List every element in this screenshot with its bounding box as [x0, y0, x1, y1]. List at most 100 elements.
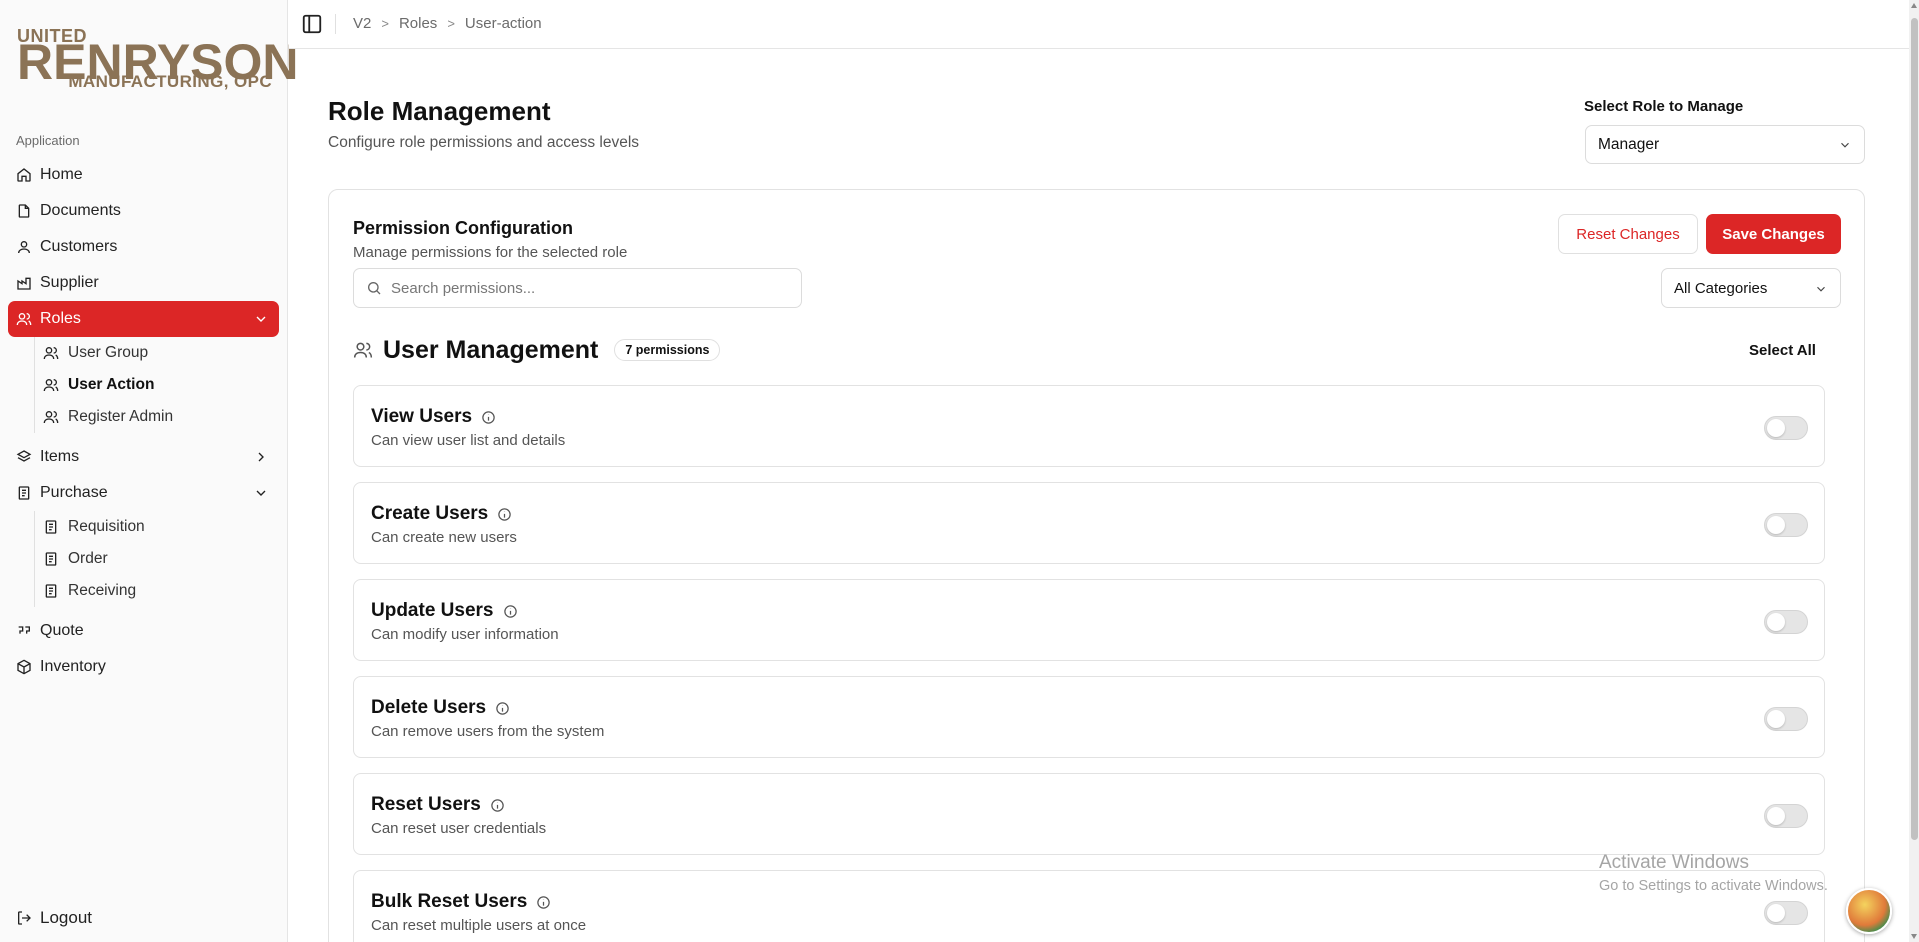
permission-name: Delete Users — [371, 697, 487, 718]
permission-row: Reset Users Can reset user credentials — [353, 773, 1825, 855]
sidebar-item-purchase[interactable]: Purchase — [8, 475, 279, 511]
receipt-icon — [43, 551, 59, 567]
permission-toggle[interactable] — [1764, 804, 1808, 828]
logout-button[interactable]: Logout — [16, 908, 92, 928]
permission-name-wrap: View Users — [371, 406, 496, 428]
vertical-scrollbar[interactable] — [1909, 0, 1919, 942]
sidebar-subitem-label: Requisition — [68, 518, 145, 535]
sidebar-item-label: Roles — [40, 310, 81, 327]
sidebar-item-home[interactable]: Home — [8, 157, 279, 193]
home-icon — [16, 167, 32, 183]
sidebar-item-label: Home — [40, 166, 83, 183]
breadcrumb-item-v2[interactable]: V2 — [353, 15, 371, 32]
user-icon — [16, 239, 32, 255]
chevron-down-icon[interactable] — [253, 311, 269, 327]
select-all-button[interactable]: Select All — [1749, 342, 1816, 359]
permission-row: View Users Can view user list and detail… — [353, 385, 1825, 467]
users-icon — [43, 377, 59, 393]
receipt-icon — [16, 485, 32, 501]
sidebar-item-inventory[interactable]: Inventory — [8, 649, 279, 685]
logo-line-3: MANUFACTURING, OPC — [68, 72, 272, 91]
users-icon — [43, 409, 59, 425]
sidebar-item-quote[interactable]: Quote — [8, 613, 279, 649]
breadcrumb: V2 > Roles > User-action — [353, 15, 542, 32]
toggle-knob — [1767, 419, 1785, 437]
toggle-knob — [1767, 613, 1785, 631]
floating-assistant-avatar[interactable] — [1846, 888, 1892, 934]
scroll-down-icon[interactable] — [1911, 934, 1917, 939]
chevron-down-icon[interactable] — [253, 485, 269, 501]
quote-icon — [16, 623, 32, 639]
permission-description: Can reset multiple users at once — [371, 917, 587, 934]
sidebar-subitem-label: Receiving — [68, 582, 137, 599]
sidebar-subitem-label: User Action — [68, 376, 155, 393]
breadcrumb-item-current: User-action — [464, 15, 542, 32]
sidebar-item-label: Supplier — [40, 274, 99, 291]
permission-toggle[interactable] — [1764, 513, 1808, 537]
sidebar-subitem-requisition[interactable]: Requisition — [35, 511, 279, 543]
permission-toggle[interactable] — [1764, 707, 1808, 731]
sidebar-item-roles[interactable]: Roles — [8, 301, 279, 337]
info-icon[interactable] — [490, 798, 505, 813]
permission-row: Delete Users Can remove users from the s… — [353, 676, 1825, 758]
sidebar-item-label: Purchase — [40, 484, 108, 501]
permission-name: Bulk Reset Users — [371, 891, 528, 912]
permission-toggle[interactable] — [1764, 901, 1808, 925]
sidebar-item-label: Quote — [40, 622, 84, 639]
permission-name-wrap: Update Users — [371, 600, 518, 622]
sidebar-subitem-receiving[interactable]: Receiving — [35, 575, 279, 607]
sidebar-subitem-label: Order — [68, 550, 108, 567]
category-select[interactable]: All Categories — [1661, 268, 1841, 308]
chevron-right-icon[interactable] — [253, 449, 269, 465]
breadcrumb-separator-icon: > — [381, 16, 389, 31]
company-logo[interactable]: UNITED RENRYSON MANUFACTURING, OPC — [17, 26, 299, 96]
role-select[interactable]: Manager — [1585, 125, 1865, 164]
sidebar-item-documents[interactable]: Documents — [8, 193, 279, 229]
scrollbar-thumb[interactable] — [1911, 18, 1918, 840]
toggle-knob — [1767, 904, 1785, 922]
sidebar-subitem-user-group[interactable]: User Group — [35, 337, 279, 369]
sidebar-item-label: Documents — [40, 202, 121, 219]
toggle-knob — [1767, 516, 1785, 534]
permission-group-header: User Management 7 permissions — [353, 334, 721, 366]
scroll-up-icon[interactable] — [1911, 3, 1917, 8]
info-icon[interactable] — [495, 701, 510, 716]
role-select-value: Manager — [1598, 135, 1660, 153]
permission-description: Can view user list and details — [371, 432, 566, 449]
permission-description: Can create new users — [371, 529, 517, 546]
search-input[interactable]: Search permissions... — [353, 268, 802, 308]
sidebar-item-items[interactable]: Items — [8, 439, 279, 475]
sidebar-subitem-user-action[interactable]: User Action — [35, 369, 279, 401]
users-icon — [16, 311, 32, 327]
permission-description: Can modify user information — [371, 626, 559, 643]
sidebar-subitem-order[interactable]: Order — [35, 543, 279, 575]
group-title: User Management — [383, 335, 599, 364]
sidebar-toggle-icon[interactable] — [301, 13, 323, 35]
sidebar-item-customers[interactable]: Customers — [8, 229, 279, 265]
save-changes-button[interactable]: Save Changes — [1706, 214, 1841, 254]
sidebar-nav: Home Documents Customers Supplier Roles … — [8, 157, 279, 685]
layers-icon — [16, 449, 32, 465]
permission-toggle[interactable] — [1764, 610, 1808, 634]
page-subtitle: Configure role permissions and access le… — [328, 134, 640, 151]
info-icon[interactable] — [536, 895, 551, 910]
permission-name: View Users — [371, 406, 473, 427]
roles-submenu: User Group User Action Register Admin — [34, 337, 279, 433]
info-icon[interactable] — [503, 604, 518, 619]
reset-changes-button[interactable]: Reset Changes — [1558, 214, 1698, 254]
search-icon — [366, 280, 382, 296]
permission-name: Update Users — [371, 600, 494, 621]
sidebar-item-supplier[interactable]: Supplier — [8, 265, 279, 301]
permission-toggle[interactable] — [1764, 416, 1808, 440]
category-select-value: All Categories — [1674, 279, 1768, 297]
search-placeholder: Search permissions... — [391, 279, 536, 297]
sidebar-subitem-label: Register Admin — [68, 408, 174, 425]
info-icon[interactable] — [497, 507, 512, 522]
purchase-submenu: Requisition Order Receiving — [34, 511, 279, 607]
breadcrumb-item-roles[interactable]: Roles — [399, 15, 437, 32]
sidebar-subitem-register-admin[interactable]: Register Admin — [35, 401, 279, 433]
info-icon[interactable] — [481, 410, 496, 425]
box-icon — [16, 659, 32, 675]
watermark-line-1: Activate Windows — [1599, 852, 1749, 873]
card-subtitle: Manage permissions for the selected role — [353, 244, 628, 261]
